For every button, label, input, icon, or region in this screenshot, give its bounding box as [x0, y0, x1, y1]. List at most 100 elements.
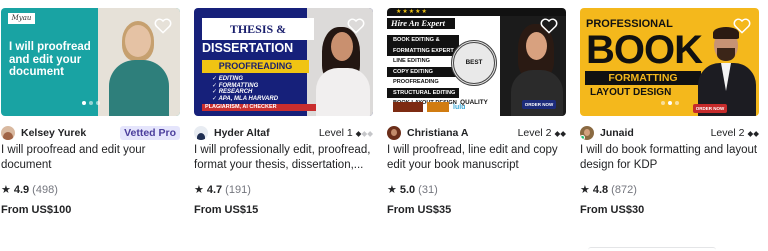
gig-title-line[interactable]: I will proofread and edit your — [1, 143, 180, 158]
thumbnail-service: FORMATTING EXPERT — [387, 45, 459, 56]
rating: ★ 5.0 (31) — [387, 183, 438, 197]
heart-icon[interactable] — [154, 17, 172, 34]
seller-row: Christiana A Level 2 ◆◆ — [387, 125, 566, 141]
seller-photo-face — [331, 32, 353, 61]
seller-photo-body — [109, 60, 169, 116]
review-count: (191) — [225, 183, 251, 196]
order-now-badge: ORDER NOW — [693, 104, 727, 113]
seller-photo-beard — [717, 48, 735, 61]
level-diamonds-icon: ◆◆ — [747, 128, 759, 138]
seller-level: Level 1 ◆◆◆ — [319, 127, 373, 139]
seller-level: Level 2 ◆◆ — [711, 127, 759, 139]
carousel-dot[interactable] — [660, 101, 665, 105]
heart-icon[interactable] — [540, 17, 558, 34]
rating-score: 4.9 — [13, 183, 30, 196]
thumbnail-big-text: BOOK — [586, 28, 703, 72]
thumbnail-service: PROOFREADING — [393, 79, 439, 85]
star-icon: ★ — [580, 184, 590, 196]
thumbnail-bullet: ✓ FORMATTING — [212, 82, 259, 89]
carousel-dot[interactable] — [81, 101, 86, 105]
star-icon: ★ — [1, 184, 11, 196]
seller-row: Kelsey Yurek Vetted Pro — [1, 125, 180, 141]
gig-title-line[interactable]: I will do book formatting and layout — [580, 143, 759, 158]
gig-thumbnail[interactable]: ★★★★★ Hire An Expert BOOK EDITING & FORM… — [387, 8, 566, 116]
rating: ★ 4.8 (872) — [580, 183, 637, 197]
thumbnail-title-top: THESIS & — [202, 18, 314, 40]
seller-level-label: Level 1 — [318, 127, 353, 139]
seller-name[interactable]: Christiana A — [407, 127, 468, 139]
gig-title-line[interactable]: I will professionally edit, proofread, — [194, 143, 373, 158]
carousel-dots[interactable] — [81, 101, 100, 105]
gig-thumbnail[interactable]: Myau I will proofread and edit your docu… — [1, 8, 180, 116]
thumbnail-service: LINE EDITING — [393, 58, 430, 64]
thumbnail-service-list: BOOK EDITING & FORMATTING EXPERT LINE ED… — [387, 35, 459, 109]
gig-title-line[interactable]: edit your book manuscript — [387, 158, 566, 173]
gig-card[interactable]: PROFESSIONAL BOOK FORMATTING LAYOUT DESI… — [580, 8, 759, 216]
thumbnail-service: COPY EDITING — [387, 66, 459, 77]
gig-card[interactable]: ★★★★★ Hire An Expert BOOK EDITING & FORM… — [387, 8, 566, 216]
gig-thumbnail[interactable]: THESIS & DISSERTATION PROOFREADING ✓ EDI… — [194, 8, 373, 116]
thumbnail-banner: FORMATTING — [585, 71, 701, 85]
price[interactable]: From US$100 — [1, 204, 71, 216]
price[interactable]: From US$15 — [194, 204, 258, 216]
thumbnail-headline: Hire An Expert — [387, 18, 455, 29]
thumbnail-bullets: ✓ EDITING ✓ FORMATTING ✓ RESEARCH ✓ APA,… — [212, 76, 278, 102]
thumbnail-footer: PLAGIARISM, AI CHECKER — [202, 104, 322, 111]
seller-photo-body — [316, 68, 370, 116]
rating-score: 5.0 — [399, 183, 416, 196]
gig-card[interactable]: THESIS & DISSERTATION PROOFREADING ✓ EDI… — [194, 8, 373, 216]
star-icon: ★ — [387, 184, 397, 196]
vetted-pro-badge: Vetted Pro — [120, 126, 180, 140]
thumbnail-title-main: DISSERTATION — [202, 41, 294, 55]
gig-card[interactable]: Myau I will proofread and edit your docu… — [1, 8, 180, 216]
popup-edge — [588, 247, 716, 251]
carousel-dot[interactable] — [88, 101, 93, 105]
level-diamonds-icon: ◆◆◆ — [355, 128, 373, 138]
gig-title[interactable]: I will do book formatting and layout des… — [580, 143, 759, 173]
level-diamonds-icon: ◆◆ — [554, 128, 566, 138]
price[interactable]: From US$35 — [387, 204, 451, 216]
thumbnail-banner: PROOFREADING — [202, 60, 309, 73]
seller-row: Junaid Level 2 ◆◆ — [580, 125, 759, 141]
rating: ★ 4.7 (191) — [194, 183, 251, 197]
avatar[interactable] — [387, 126, 401, 140]
carousel-dot[interactable] — [674, 101, 679, 105]
seller-level-label: Level 2 — [710, 127, 745, 139]
carousel-dot[interactable] — [667, 101, 672, 105]
carousel-dot[interactable] — [95, 101, 100, 105]
heart-icon[interactable] — [347, 17, 365, 34]
seller-name[interactable]: Hyder Altaf — [214, 127, 270, 139]
review-count: (498) — [32, 183, 58, 196]
seller-photo-face — [526, 32, 547, 60]
gig-title[interactable]: I will proofread, line edit and copy edi… — [387, 143, 566, 173]
avatar[interactable] — [194, 126, 208, 140]
seller-name[interactable]: Junaid — [600, 127, 634, 139]
rating: ★ 4.9 (498) — [1, 183, 58, 197]
thumbnail-bullet: ✓ EDITING — [212, 76, 244, 82]
book-cover — [393, 102, 423, 112]
thumbnail-bullet: ✓ RESEARCH — [212, 89, 253, 96]
gig-title[interactable]: I will professionally edit, proofread, f… — [194, 143, 373, 173]
gig-title-line[interactable]: document — [1, 158, 180, 173]
order-now-badge: ORDER NOW — [522, 100, 556, 109]
thumbnail-subtitle: LAYOUT DESIGN — [590, 87, 672, 98]
gig-title-line[interactable]: design for KDP — [580, 158, 759, 173]
avatar[interactable] — [1, 126, 15, 140]
avatar[interactable] — [580, 126, 594, 140]
rating-score: 4.7 — [206, 183, 223, 196]
thumbnail-service: BOOK EDITING & — [387, 35, 459, 46]
gig-title[interactable]: I will proofread and edit your document — [1, 143, 180, 173]
rating-score: 4.8 — [592, 183, 609, 196]
gig-title-line[interactable]: format your thesis, dissertation,... — [194, 158, 373, 173]
seller-photo-body — [511, 70, 563, 116]
gig-thumbnail[interactable]: PROFESSIONAL BOOK FORMATTING LAYOUT DESI… — [580, 8, 759, 116]
seller-name[interactable]: Kelsey Yurek — [21, 127, 86, 139]
price[interactable]: From US$30 — [580, 204, 644, 216]
carousel-dots[interactable] — [660, 101, 679, 105]
heart-icon[interactable] — [733, 17, 751, 34]
seller-level: Level 2 ◆◆ — [518, 127, 566, 139]
thumbnail-logo: Myau — [8, 13, 35, 24]
gig-title-line[interactable]: I will proofread, line edit and copy — [387, 143, 566, 158]
gig-grid: Myau I will proofread and edit your docu… — [0, 8, 768, 251]
seller-row: Hyder Altaf Level 1 ◆◆◆ — [194, 125, 373, 141]
